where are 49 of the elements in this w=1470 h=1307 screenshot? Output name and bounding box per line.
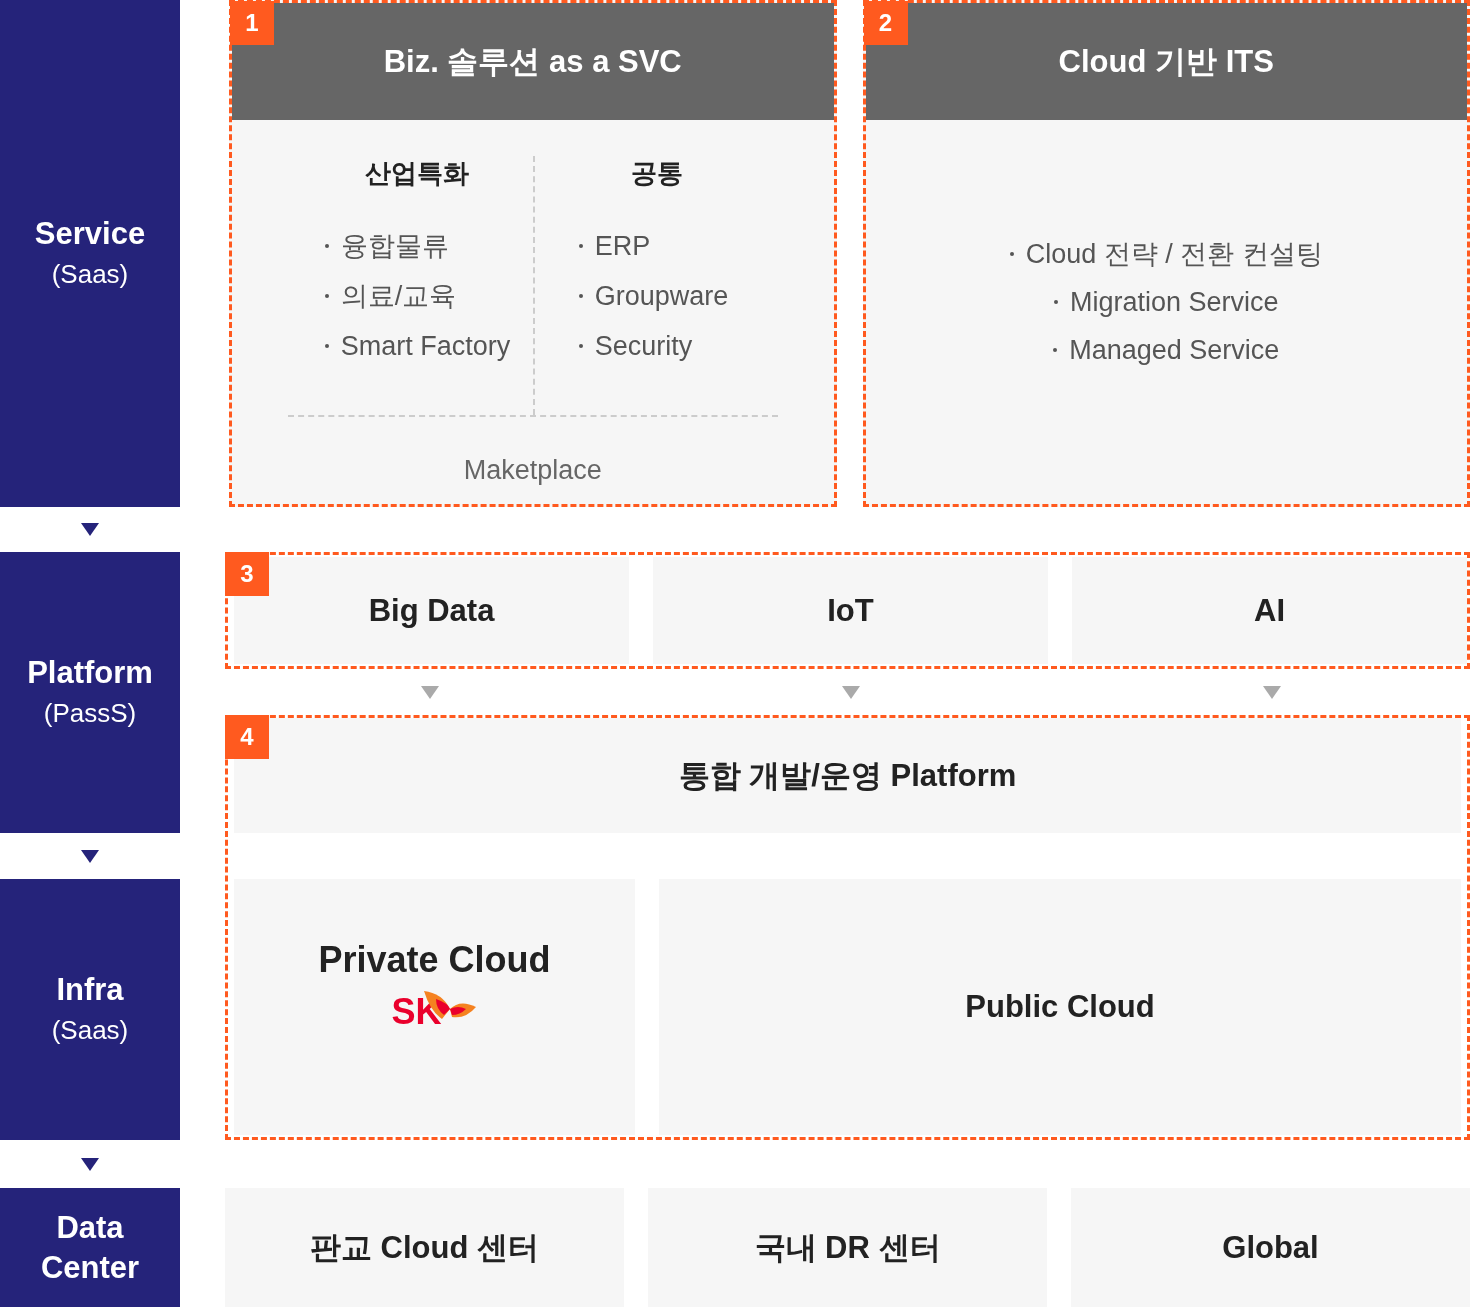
- layer-title: Platform: [27, 653, 153, 692]
- cell-label: 판교 Cloud 센터: [309, 1228, 539, 1267]
- bullet-icon: [324, 294, 329, 298]
- footer-label: Maketplace: [463, 455, 602, 486]
- down-arrow-icon: [81, 849, 99, 863]
- number-badge: 3: [225, 552, 269, 596]
- layer-subtitle: (Saas): [51, 257, 129, 291]
- down-arrow-icon: [81, 523, 99, 536]
- bullet-icon: [578, 294, 583, 298]
- down-arrow-icon: [841, 685, 860, 699]
- header-title: 통합 개발/운영 Platform: [678, 756, 1017, 795]
- layer-subtitle: (PassS): [43, 696, 137, 730]
- bullet-icon: [1053, 300, 1058, 304]
- layer-title: Data Center: [39, 1208, 141, 1287]
- layer-subtitle: (Saas): [51, 1013, 129, 1047]
- down-arrow-icon: [81, 1157, 99, 1171]
- cloud-title: Public Cloud: [965, 989, 1155, 1025]
- bullet-icon: [578, 244, 583, 248]
- cloud-title: Private Cloud: [318, 939, 551, 981]
- bullet-icon: [1053, 348, 1058, 352]
- cell-label: Global: [1222, 1229, 1319, 1266]
- box-title: Biz. 솔루션 as a SVC: [383, 42, 682, 81]
- layer-title: Infra: [56, 970, 124, 1009]
- down-arrow-icon: [420, 685, 439, 699]
- list-item: Cloud 전략 / 전환 컨설팅: [1025, 238, 1323, 271]
- cell-label: 국내 DR 센터: [754, 1228, 941, 1267]
- bullet-icon: [578, 344, 583, 348]
- down-arrow-icon: [1262, 685, 1281, 699]
- list-item: Smart Factory: [340, 330, 511, 362]
- bullet-icon: [324, 344, 329, 348]
- list-item: Groupware: [594, 280, 729, 312]
- list-item: ERP: [594, 230, 651, 262]
- bullet-icon: [1009, 252, 1014, 256]
- list-item: Security: [594, 330, 693, 362]
- box-title: Cloud 기반 ITS: [1058, 42, 1274, 81]
- bullet-icon: [324, 244, 329, 248]
- layer-title: Service: [34, 214, 146, 253]
- cell-label: IoT: [827, 592, 874, 629]
- number-badge: 4: [225, 715, 269, 759]
- number-badge: 1: [230, 1, 274, 45]
- column-heading: 공통: [630, 157, 684, 190]
- number-badge: 2: [863, 1, 908, 45]
- column-heading: 산업특화: [364, 157, 470, 190]
- list-item: Migration Service: [1069, 286, 1279, 318]
- list-item: Managed Service: [1069, 334, 1280, 366]
- list-item: 융합물류: [340, 230, 449, 263]
- list-item: 의료/교육: [340, 280, 457, 313]
- cell-label: Big Data: [368, 592, 495, 629]
- cell-label: AI: [1254, 592, 1285, 629]
